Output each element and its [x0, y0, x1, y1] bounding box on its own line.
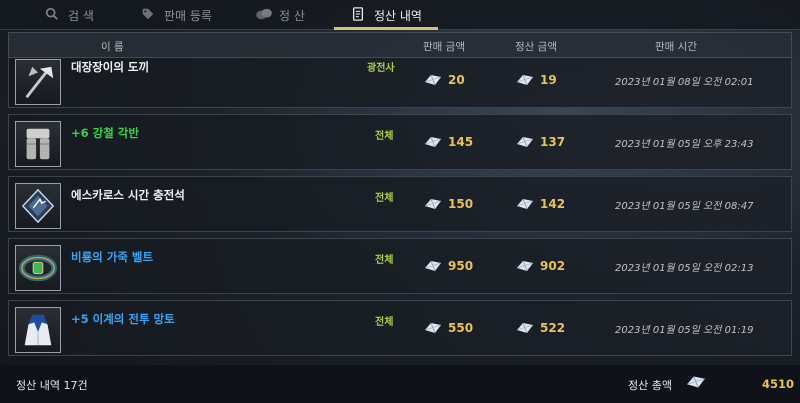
table-header: 이 름 판매 금액 정산 금액 판매 시간 [8, 32, 792, 58]
belt-icon [19, 254, 57, 282]
item-slot [15, 183, 61, 229]
sale-time: 2023년 01월 05일 오전 01:19 [615, 325, 754, 336]
receipt-icon [350, 7, 366, 23]
header-settle-amount: 정산 금액 [515, 41, 557, 53]
active-tab-indicator [334, 27, 438, 30]
list-item[interactable]: +6 강철 각반 전체 145 137 2023년 01월 05일 오후 23:… [8, 114, 792, 170]
sale-time: 2023년 01월 05일 오전 02:13 [615, 263, 754, 274]
item-slot [15, 59, 61, 105]
diamond-icon [516, 136, 534, 148]
diamond-icon [424, 322, 442, 334]
list-item[interactable]: +5 이계의 전투 망토 전체 550 522 2023년 01월 05일 오전… [8, 300, 792, 356]
sale-amount-value: 20 [448, 73, 465, 87]
settle-amount: 522 [515, 320, 565, 336]
sale-amount-value: 150 [448, 197, 474, 211]
header-sale-time: 판매 시간 [655, 41, 697, 53]
diamond-icon [424, 260, 442, 272]
diamond-icon [424, 74, 442, 86]
greaves-icon [26, 128, 50, 160]
settle-count: 정산 내역 17건 [16, 379, 88, 392]
list-item[interactable]: 에스카로스 시간 충전석 전체 150 142 2023년 01월 05일 오전… [8, 176, 792, 232]
sale-time: 2023년 01월 05일 오전 08:47 [615, 201, 754, 212]
item-slot [15, 245, 61, 291]
settle-history-list[interactable]: 대장장이의 도끼 광전사 20 19 2023년 01월 08일 오전 02:0… [8, 58, 792, 363]
sale-amount: 145 [423, 134, 473, 150]
charge-stone-icon [21, 188, 55, 224]
settle-amount-value: 137 [540, 135, 566, 149]
settle-amount: 902 [515, 258, 565, 274]
settle-amount-value: 142 [540, 197, 566, 211]
tab-search[interactable]: 검 색 [44, 0, 94, 30]
diamond-icon [516, 260, 534, 272]
sale-amount: 950 [423, 258, 473, 274]
settle-amount: 19 [515, 72, 557, 88]
tab-settle-history[interactable]: 정산 내역 [350, 0, 422, 30]
settle-amount: 142 [515, 196, 565, 212]
sale-time: 2023년 01월 08일 오전 02:01 [615, 77, 754, 88]
item-name: 비룡의 가죽 벨트 [71, 250, 154, 264]
diamond-icon [687, 376, 705, 388]
diamond-icon [516, 322, 534, 334]
header-sale-amount: 판매 금액 [423, 41, 465, 53]
tab-sell-register[interactable]: 판매 등록 [140, 0, 212, 30]
class-tag: 광전사 [367, 63, 395, 74]
footer-bar: 정산 내역 17건 정산 총액 4510 [0, 365, 800, 403]
item-name: +5 이계의 전투 망토 [71, 312, 175, 326]
search-icon [44, 7, 60, 23]
item-name: 에스카로스 시간 충전석 [71, 188, 185, 202]
sale-amount: 150 [423, 196, 473, 212]
coins-icon [255, 7, 272, 23]
diamond-icon [424, 136, 442, 148]
settle-amount-value: 902 [540, 259, 566, 273]
settle-amount-value: 19 [540, 73, 557, 87]
total-label: 정산 총액 [628, 379, 672, 392]
sale-amount: 550 [423, 320, 473, 336]
class-tag: 전체 [375, 255, 394, 266]
list-item[interactable]: 대장장이의 도끼 광전사 20 19 2023년 01월 08일 오전 02:0… [8, 58, 792, 108]
list-item[interactable]: 비룡의 가죽 벨트 전체 950 902 2023년 01월 05일 오전 02… [8, 238, 792, 294]
sale-amount-value: 950 [448, 259, 474, 273]
tab-bar: 검 색 판매 등록 정 산 정산 내역 [0, 0, 800, 30]
item-name: +6 강철 각반 [71, 126, 139, 140]
sale-time: 2023년 01월 05일 오후 23:43 [615, 139, 754, 150]
axe-icon [25, 66, 54, 99]
tab-label: 정산 내역 [374, 8, 422, 23]
sale-amount-value: 145 [448, 135, 474, 149]
diamond-icon [516, 198, 534, 210]
diamond-icon [424, 198, 442, 210]
tab-label: 검 색 [68, 8, 94, 23]
cloak-icon [24, 314, 52, 346]
tab-label: 정 산 [279, 8, 305, 23]
item-name: 대장장이의 도끼 [71, 60, 150, 74]
header-name: 이 름 [101, 41, 124, 53]
tab-label: 판매 등록 [164, 8, 212, 23]
class-tag: 전체 [375, 193, 394, 204]
tab-settle[interactable]: 정 산 [255, 0, 305, 30]
item-slot [15, 121, 61, 167]
tag-icon [140, 7, 156, 23]
settle-amount: 137 [515, 134, 565, 150]
item-slot [15, 307, 61, 353]
settle-amount-value: 522 [540, 321, 566, 335]
class-tag: 전체 [375, 131, 394, 142]
class-tag: 전체 [375, 317, 394, 328]
diamond-icon [516, 74, 534, 86]
sale-amount: 20 [423, 72, 465, 88]
sale-amount-value: 550 [448, 321, 474, 335]
total-value: 4510 [762, 377, 795, 391]
